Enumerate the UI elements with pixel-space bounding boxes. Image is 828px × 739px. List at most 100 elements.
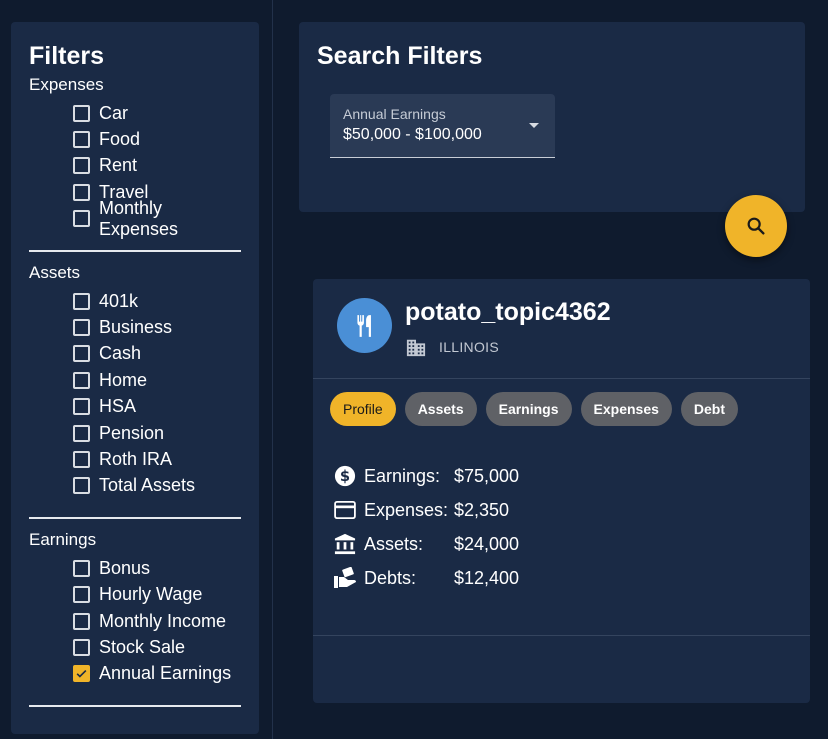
building-icon <box>406 339 426 357</box>
checkbox-checked[interactable] <box>73 665 90 683</box>
profile-username: potato_topic4362 <box>405 298 611 326</box>
filter-item[interactable]: Car <box>73 100 241 126</box>
filter-item[interactable]: Business <box>73 314 241 340</box>
filter-item[interactable]: Rent <box>73 153 241 179</box>
stat-value: $75,000 <box>454 465 520 486</box>
filter-item[interactable]: Roth IRA <box>73 446 241 472</box>
divider <box>313 378 810 379</box>
filter-item[interactable]: Cash <box>73 341 241 367</box>
debt-hand-icon <box>333 566 357 590</box>
checkbox[interactable] <box>73 131 90 149</box>
filter-section-earnings: Earnings Bonus Hourly Wage Monthly Incom… <box>29 529 241 687</box>
tab-earnings[interactable]: Earnings <box>485 392 572 426</box>
filter-label: Annual Earnings <box>99 663 232 684</box>
earnings-checklist: Bonus Hourly Wage Monthly Income Stock S… <box>29 555 241 687</box>
filter-item[interactable]: Home <box>73 367 241 393</box>
checkbox[interactable] <box>73 319 90 337</box>
select-label: Annual Earnings <box>343 106 446 122</box>
filter-item[interactable]: 401k <box>73 288 241 314</box>
filters-title: Filters <box>29 42 105 70</box>
filter-item[interactable]: Pension <box>73 420 241 446</box>
filter-item[interactable]: Monthly Expenses <box>73 198 241 239</box>
checkbox[interactable] <box>73 559 90 577</box>
select-value: $50,000 - $100,000 <box>343 126 482 143</box>
section-title: Earnings <box>29 530 97 550</box>
checkbox[interactable] <box>73 398 90 416</box>
checkbox[interactable] <box>73 638 90 656</box>
stat-value: $24,000 <box>454 533 520 554</box>
filter-item[interactable]: Bonus <box>73 555 241 581</box>
dollar-icon: $ <box>333 464 357 488</box>
filter-label: Bonus <box>99 557 151 578</box>
checkbox[interactable] <box>73 210 90 228</box>
filter-label: Home <box>99 369 148 390</box>
tab-profile[interactable]: Profile <box>330 392 396 426</box>
filter-item[interactable]: Hourly Wage <box>73 581 241 607</box>
profile-location: ILLINOIS <box>405 337 499 357</box>
filter-item[interactable]: Total Assets <box>73 473 241 499</box>
stat-row-assets: Assets: $24,000 <box>333 527 519 561</box>
tab-debt[interactable]: Debt <box>680 392 739 426</box>
search-button[interactable] <box>725 195 787 257</box>
filter-label: Stock Sale <box>99 636 186 657</box>
check-icon <box>76 670 87 678</box>
filter-label: Rent <box>99 155 138 176</box>
chevron-down-icon <box>529 123 539 128</box>
stat-label: Expenses: <box>364 499 449 520</box>
filter-item[interactable]: Food <box>73 126 241 152</box>
filter-section-assets: Assets 401k Business Cash Home HSA Pensi… <box>29 262 241 499</box>
svg-text:$: $ <box>340 468 350 485</box>
checkbox[interactable] <box>73 157 90 175</box>
checkbox[interactable] <box>73 104 90 122</box>
section-divider <box>29 705 241 708</box>
search-icon <box>747 217 765 235</box>
filter-label: Cash <box>99 343 142 364</box>
section-divider <box>29 249 241 252</box>
filter-label: Pension <box>99 422 165 443</box>
checkbox[interactable] <box>73 183 90 201</box>
checkbox[interactable] <box>73 345 90 363</box>
search-filters-title: Search Filters <box>317 42 483 70</box>
stat-label: Earnings: <box>364 465 441 486</box>
filter-label: Car <box>99 102 129 123</box>
checkbox[interactable] <box>73 612 90 630</box>
filter-item[interactable]: Annual Earnings <box>73 661 241 687</box>
stat-value: $12,400 <box>454 567 520 588</box>
checkbox[interactable] <box>73 424 90 442</box>
column-divider <box>272 0 273 739</box>
filter-label: Total Assets <box>99 475 196 496</box>
filter-section-expenses: Expenses Car Food Rent Travel Monthly Ex… <box>29 74 241 239</box>
filter-label: Roth IRA <box>99 448 173 469</box>
profile-stats: $ Earnings: $75,000 Expenses: $2,350 Ass… <box>333 459 519 595</box>
tab-expenses[interactable]: Expenses <box>580 392 672 426</box>
checkbox[interactable] <box>73 586 90 604</box>
filter-label: 401k <box>99 290 139 311</box>
divider <box>313 635 810 636</box>
stat-label: Assets: <box>364 533 424 554</box>
checkbox[interactable] <box>73 371 90 389</box>
section-title: Expenses <box>29 75 104 94</box>
checkbox[interactable] <box>73 477 90 495</box>
restaurant-icon <box>356 314 371 337</box>
section-divider <box>29 517 241 520</box>
filter-label: Monthly Income <box>99 610 227 631</box>
assets-checklist: 401k Business Cash Home HSA Pension Roth… <box>29 288 241 499</box>
filters-sidebar: Filters Expenses Car Food Rent Travel Mo… <box>11 22 259 734</box>
filter-label: Food <box>99 129 141 150</box>
section-title: Assets <box>29 262 81 282</box>
tab-assets[interactable]: Assets <box>404 392 477 426</box>
profile-card: potato_topic4362 ILLINOIS Profile Assets… <box>313 279 810 703</box>
checkbox[interactable] <box>73 450 90 468</box>
stat-value: $2,350 <box>454 499 510 520</box>
checkbox[interactable] <box>73 292 90 310</box>
filter-label: Monthly Expenses <box>99 197 179 239</box>
filter-label: Hourly Wage <box>99 584 203 605</box>
profile-tabs: Profile Assets Earnings Expenses Debt <box>330 392 739 426</box>
avatar <box>337 298 392 353</box>
filter-item[interactable]: HSA <box>73 394 241 420</box>
filter-item[interactable]: Stock Sale <box>73 634 241 660</box>
expenses-checklist: Car Food Rent Travel Monthly Expenses <box>29 100 241 239</box>
filter-item[interactable]: Monthly Income <box>73 608 241 634</box>
stat-row-expenses: Expenses: $2,350 <box>333 493 519 527</box>
annual-earnings-select[interactable]: Annual Earnings $50,000 - $100,000 <box>330 94 555 158</box>
